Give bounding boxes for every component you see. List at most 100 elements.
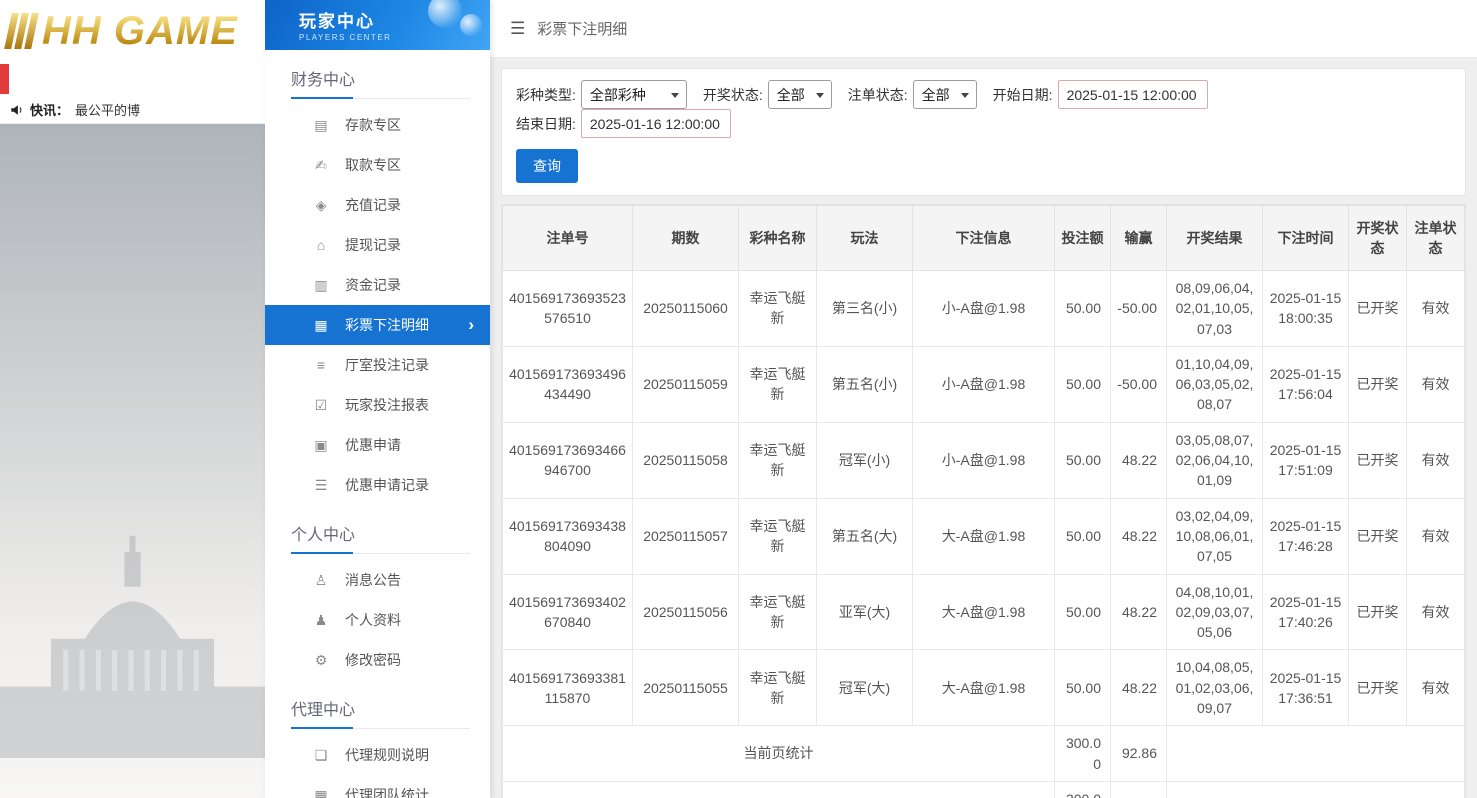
table-cell: 幸运飞艇新	[738, 345, 817, 423]
summary-cell: 总统计	[502, 780, 1055, 798]
table-cell: 已开奖	[1348, 345, 1407, 423]
bet-status-value: 全部	[921, 86, 950, 103]
table-cell: 幸运飞艇新	[738, 421, 817, 499]
table-cell: 冠军(大)	[816, 649, 913, 727]
end-date-input[interactable]	[580, 109, 731, 138]
change-password-icon: ⚙	[314, 651, 328, 668]
filter-row: 彩种类型: 全部彩种 开奖状态: 全部 注单状态: 全部 开始日期: 2025-…	[516, 80, 1451, 138]
table-cell: 50.00	[1054, 421, 1111, 499]
draw-status-group: 开奖状态: 全部	[703, 80, 832, 109]
bet-status-label: 注单状态:	[847, 86, 908, 103]
table-cell: 小-A盘@1.98	[912, 421, 1055, 499]
sidebar-item-agent-rules[interactable]: ❏ 代理规则说明	[265, 735, 490, 775]
sidebar-item-player-bet-report[interactable]: ☑ 玩家投注报表	[265, 385, 490, 425]
sidebar-item-agent-team-stats[interactable]: ▦ 代理团队统计	[265, 775, 490, 798]
content-area: 彩种类型: 全部彩种 开奖状态: 全部 注单状态: 全部 开始日期: 2025-…	[490, 58, 1477, 798]
menu-toggle-icon[interactable]: ☰	[510, 19, 525, 39]
table-cell: 已开奖	[1348, 270, 1407, 347]
red-banner-fragment	[0, 64, 9, 94]
table-cell: 50.00	[1054, 270, 1111, 347]
table-cell: 有效	[1406, 573, 1465, 651]
start-date-input[interactable]	[1057, 80, 1208, 109]
logo-bar: HH GAME	[0, 0, 265, 62]
column-header: 投注额	[1054, 205, 1111, 271]
table-body: 401569173693523576510 20250115060 幸运飞艇新 第三名…	[502, 270, 1465, 798]
table-cell: 20250115059	[632, 345, 739, 423]
sidebar-item-promo-record[interactable]: ☰ 优惠申请记录	[265, 465, 490, 505]
table-cell: 2025-01-15 18:00:35	[1262, 270, 1349, 347]
table-cell: 20250115058	[632, 421, 739, 499]
sidebar-item-lottery-bet-detail[interactable]: ▦ 彩票下注明细	[265, 305, 490, 345]
site-logo[interactable]: HH GAME	[4, 8, 238, 54]
table-cell: 50.00	[1054, 573, 1111, 651]
sidebar-item-withdraw[interactable]: ✍ 取款专区	[265, 145, 490, 185]
column-header: 注单号	[502, 205, 633, 271]
deposit-icon: ▤	[314, 116, 328, 133]
banner-strip	[0, 62, 265, 96]
table-cell: 亚军(大)	[816, 573, 913, 651]
section-title-finance: 财务中心	[291, 66, 470, 99]
table-cell: 401569173693496434490	[502, 345, 633, 423]
sidebar-item-messages[interactable]: ♙ 消息公告	[265, 560, 490, 600]
end-date-label: 结束日期:	[516, 115, 576, 132]
table-cell: 401569173693402670840	[502, 573, 633, 651]
draw-status-select[interactable]: 全部	[767, 80, 832, 109]
column-header: 输赢	[1110, 205, 1167, 271]
finance-menu: ▤ 存款专区 ✍ 取款专区 ◈ 充值记录 ⌂ 提现记录 ▥ 资金记录 ▦ 彩票下…	[265, 105, 490, 505]
profile-icon: ♟	[314, 611, 328, 628]
sidebar-item-profile[interactable]: ♟ 个人资料	[265, 600, 490, 640]
filter-panel: 彩种类型: 全部彩种 开奖状态: 全部 注单状态: 全部 开始日期: 2025-…	[501, 68, 1466, 196]
lottery-type-select[interactable]: 全部彩种	[580, 80, 687, 109]
withdraw-icon: ✍	[315, 156, 327, 173]
table-cell: 已开奖	[1348, 497, 1407, 575]
news-ticker: 快讯： 最公平的博	[0, 96, 265, 124]
page-title: 彩票下注明细	[537, 21, 628, 38]
section-title-agent: 代理中心	[291, 696, 470, 729]
message-icon: ♙	[314, 571, 328, 588]
ticker-text: 最公平的博	[75, 103, 141, 118]
column-header: 彩种名称	[738, 205, 817, 271]
sidebar-item-recharge-record[interactable]: ◈ 充值记录	[265, 185, 490, 225]
sidebar-item-label: 取款专区	[345, 157, 401, 173]
sidebar-item-withdrawal-record[interactable]: ⌂ 提现记录	[265, 225, 490, 265]
summary-cell	[1166, 780, 1465, 798]
table-cell: 2025-01-15 17:56:04	[1262, 345, 1349, 423]
table-cell: 已开奖	[1348, 573, 1407, 651]
logo-icon	[4, 13, 39, 49]
funds-record-icon: ▥	[314, 276, 328, 293]
table-row: 401569173693402670840 20250115056 幸运飞艇新 亚军(…	[502, 573, 1465, 651]
sidebar-item-funds-record[interactable]: ▥ 资金记录	[265, 265, 490, 305]
sidebar-item-label: 优惠申请	[345, 437, 401, 453]
sidebar-item-hall-bet-record[interactable]: ≡ 厅室投注记录	[265, 345, 490, 385]
sidebar-item-deposit[interactable]: ▤ 存款专区	[265, 105, 490, 145]
capitol-silhouette	[0, 535, 265, 758]
lottery-bet-detail-icon: ▦	[314, 316, 328, 333]
sidebar-item-promo-apply[interactable]: ▣ 优惠申请	[265, 425, 490, 465]
table-cell: 小-A盘@1.98	[912, 270, 1055, 347]
draw-status-label: 开奖状态:	[702, 86, 763, 103]
bet-detail-table: 注单号 期数 彩种名称 玩法 下注信息 投注额 输赢 开奖结果 下注时间 开奖状态 注单状态 401…	[502, 205, 1465, 798]
agent-rules-icon: ❏	[314, 746, 328, 763]
query-button[interactable]: 查询	[516, 149, 578, 183]
sidebar-subtitle: PLAYERS CENTER	[299, 33, 392, 42]
table-cell: 50.00	[1054, 649, 1111, 727]
column-header: 开奖结果	[1166, 205, 1263, 271]
table-cell: 401569173693466946700	[502, 421, 633, 499]
table-cell: 48.22	[1110, 497, 1167, 575]
summary-cell	[1166, 725, 1465, 782]
table-cell: 幸运飞艇新	[738, 270, 817, 347]
background-photo	[0, 124, 265, 798]
table-header-row: 注单号 期数 彩种名称 玩法 下注信息 投注额 输赢 开奖结果 下注时间 开奖状态 注单状态	[502, 205, 1465, 271]
sidebar-item-change-password[interactable]: ⚙ 修改密码	[265, 640, 490, 680]
logo-text: HH GAME	[42, 8, 238, 53]
sidebar-item-label: 玩家投注报表	[345, 397, 429, 413]
table-cell: 20250115060	[632, 270, 739, 347]
column-header: 期数	[632, 205, 739, 271]
table-cell: 小-A盘@1.98	[912, 345, 1055, 423]
agent-menu: ❏ 代理规则说明 ▦ 代理团队统计	[265, 735, 490, 798]
bet-status-group: 注单状态: 全部	[848, 80, 977, 109]
summary-cell: 92.86	[1110, 780, 1167, 798]
sidebar-item-label: 修改密码	[345, 652, 401, 668]
sidebar-item-label: 代理团队统计	[345, 787, 429, 798]
bet-status-select[interactable]: 全部	[912, 80, 977, 109]
